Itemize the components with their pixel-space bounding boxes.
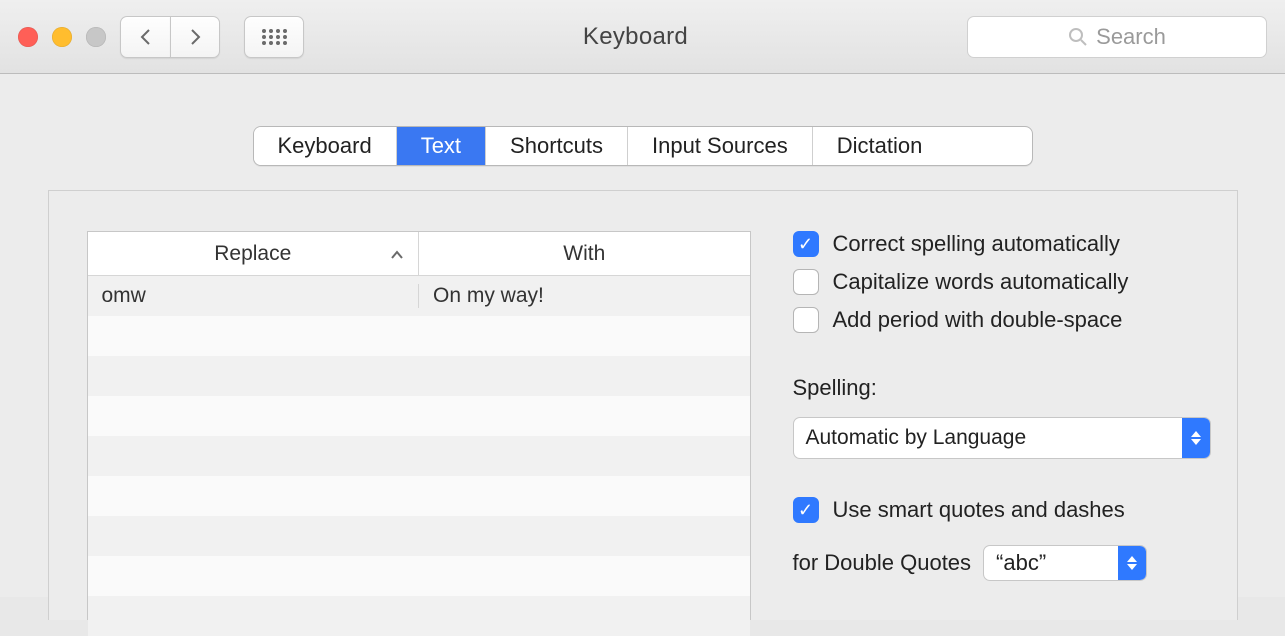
replace-table-header: Replace With bbox=[88, 232, 750, 276]
spelling-select[interactable]: Automatic by Language bbox=[793, 417, 1211, 459]
add-period-checkbox[interactable] bbox=[793, 307, 819, 333]
search-icon bbox=[1068, 27, 1088, 47]
sort-caret-icon bbox=[390, 242, 404, 266]
content-area: Keyboard Text Shortcuts Input Sources Di… bbox=[0, 74, 1285, 597]
grid-icon bbox=[261, 28, 287, 46]
capitalize-words-row[interactable]: Capitalize words automatically bbox=[793, 269, 1211, 295]
minimize-window-button[interactable] bbox=[52, 27, 72, 47]
correct-spelling-row[interactable]: Correct spelling automatically bbox=[793, 231, 1211, 257]
table-row[interactable] bbox=[88, 516, 750, 556]
updown-icon bbox=[1118, 546, 1146, 580]
with-header[interactable]: With bbox=[419, 232, 750, 275]
spelling-value: Automatic by Language bbox=[794, 426, 1182, 450]
tab-text[interactable]: Text bbox=[397, 127, 486, 165]
search-input[interactable]: Search bbox=[967, 16, 1267, 58]
tab-keyboard[interactable]: Keyboard bbox=[254, 127, 397, 165]
with-header-label: With bbox=[563, 242, 605, 266]
double-quotes-select[interactable]: “abc” bbox=[983, 545, 1147, 581]
smart-quotes-label: Use smart quotes and dashes bbox=[833, 497, 1125, 523]
tab-shortcuts[interactable]: Shortcuts bbox=[486, 127, 628, 165]
double-quotes-label: for Double Quotes bbox=[793, 550, 972, 576]
with-cell[interactable]: On my way! bbox=[419, 284, 750, 308]
show-all-prefs-button[interactable] bbox=[244, 16, 304, 58]
double-quotes-row: for Double Quotes “abc” bbox=[793, 545, 1211, 581]
capitalize-words-checkbox[interactable] bbox=[793, 269, 819, 295]
replace-cell[interactable]: omw bbox=[88, 284, 420, 308]
smart-quotes-checkbox[interactable] bbox=[793, 497, 819, 523]
double-quotes-value: “abc” bbox=[984, 550, 1118, 576]
table-row[interactable] bbox=[88, 476, 750, 516]
spelling-section-label: Spelling: bbox=[793, 375, 1211, 401]
search-placeholder: Search bbox=[1096, 24, 1166, 50]
updown-icon bbox=[1182, 418, 1210, 458]
replace-table[interactable]: Replace With omw On my way! bbox=[87, 231, 751, 620]
window-toolbar: Keyboard Search bbox=[0, 0, 1285, 74]
window-controls bbox=[18, 27, 106, 47]
correct-spelling-label: Correct spelling automatically bbox=[833, 231, 1120, 257]
zoom-window-button[interactable] bbox=[86, 27, 106, 47]
table-row[interactable] bbox=[88, 436, 750, 476]
tab-bar: Keyboard Text Shortcuts Input Sources Di… bbox=[253, 126, 1033, 166]
chevron-right-icon bbox=[188, 28, 202, 46]
capitalize-words-label: Capitalize words automatically bbox=[833, 269, 1129, 295]
text-pane: Replace With omw On my way! bbox=[48, 190, 1238, 620]
table-row[interactable] bbox=[88, 556, 750, 596]
chevron-left-icon bbox=[139, 28, 153, 46]
tab-dictation[interactable]: Dictation bbox=[813, 127, 947, 165]
window-title: Keyboard bbox=[318, 23, 953, 51]
smart-quotes-row[interactable]: Use smart quotes and dashes bbox=[793, 497, 1211, 523]
add-period-label: Add period with double-space bbox=[833, 307, 1123, 333]
correct-spelling-checkbox[interactable] bbox=[793, 231, 819, 257]
table-row[interactable] bbox=[88, 396, 750, 436]
tab-input-sources[interactable]: Input Sources bbox=[628, 127, 813, 165]
table-row[interactable]: omw On my way! bbox=[88, 276, 750, 316]
table-row[interactable] bbox=[88, 316, 750, 356]
replace-rows: omw On my way! bbox=[88, 276, 750, 636]
replace-header[interactable]: Replace bbox=[88, 232, 420, 275]
replace-header-label: Replace bbox=[214, 242, 291, 266]
forward-button[interactable] bbox=[170, 16, 220, 58]
table-row[interactable] bbox=[88, 356, 750, 396]
options-column: Correct spelling automatically Capitaliz… bbox=[793, 231, 1211, 620]
table-row[interactable] bbox=[88, 596, 750, 636]
nav-back-forward bbox=[120, 16, 220, 58]
add-period-row[interactable]: Add period with double-space bbox=[793, 307, 1211, 333]
close-window-button[interactable] bbox=[18, 27, 38, 47]
back-button[interactable] bbox=[120, 16, 170, 58]
prefs-panel: Keyboard Text Shortcuts Input Sources Di… bbox=[48, 126, 1238, 620]
